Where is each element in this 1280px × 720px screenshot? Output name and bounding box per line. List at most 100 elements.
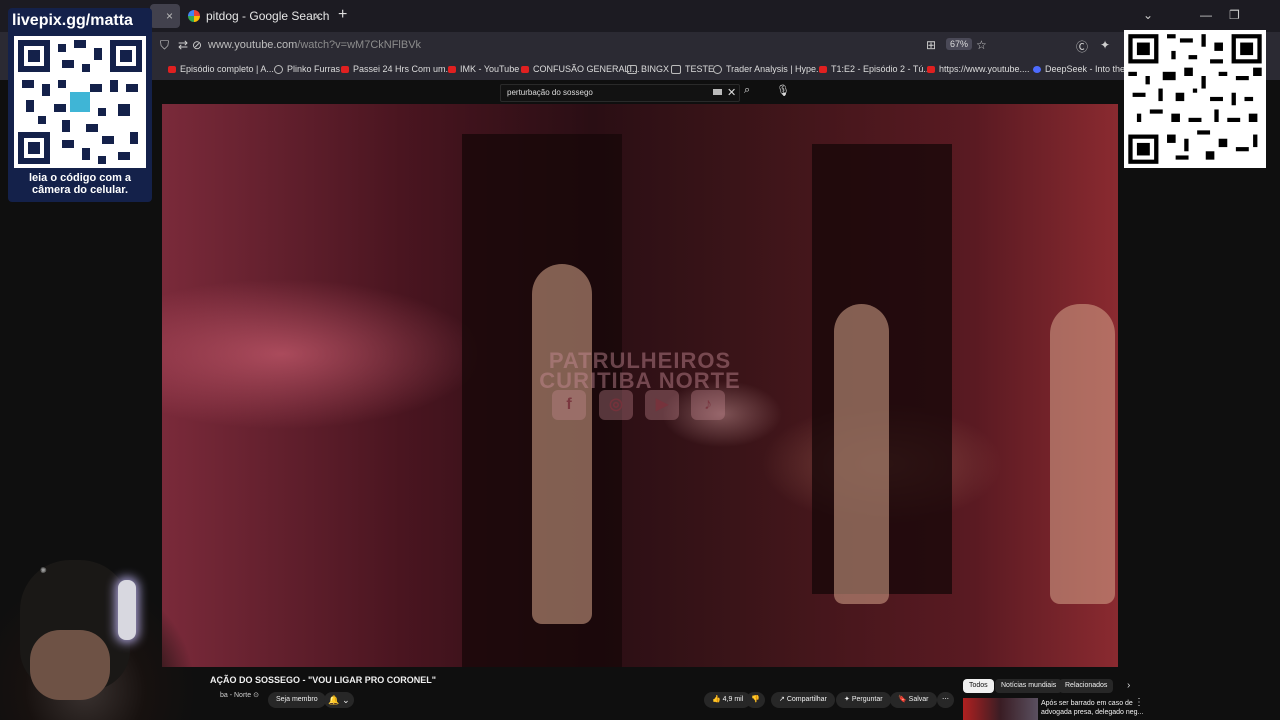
recommendation-thumbnail[interactable] — [963, 698, 1038, 720]
donation-caption: leia o código com a câmera do celular. — [10, 172, 150, 196]
thumbs-down-icon: 👎 — [751, 696, 760, 703]
youtube-icon — [521, 65, 529, 73]
instagram-icon: ◎ — [599, 390, 633, 420]
extensions-puzzle-icon[interactable]: ✦ — [1100, 38, 1110, 52]
screenshot-icon[interactable]: ⊞ — [926, 38, 936, 52]
bookmark-item[interactable]: BINGX — [627, 64, 669, 74]
sparkle-icon: ✦ — [844, 696, 852, 703]
clear-search-icon[interactable]: ✕ — [727, 86, 736, 99]
headset-light — [118, 580, 136, 640]
video-watermark: CURITIBA NORTE — [539, 368, 741, 393]
share-label: Compartilhar — [786, 696, 827, 703]
tiktok-icon: ♪ — [691, 390, 725, 420]
close-icon[interactable]: × — [314, 9, 321, 23]
tab-label: pitdog - Google Search — [206, 9, 330, 23]
star-icon[interactable]: ☆ — [976, 38, 987, 52]
recommendation-title-line: advogada presa, delegado neg... — [1041, 709, 1144, 716]
bookmark-label: Episódio completo | A... — [180, 64, 274, 74]
extension-icon[interactable]: Ⓒ — [1076, 38, 1088, 55]
chevron-right-icon[interactable]: › — [1127, 680, 1130, 691]
navigation-bar: ⛉ ⇄ ⊘ www.youtube.com/watch?v=wM7CkNFlBV… — [0, 32, 1280, 58]
caption-line: câmera do celular. — [32, 184, 128, 196]
join-button[interactable]: Seja membro — [268, 692, 326, 708]
video-player[interactable]: PATRULHEIROS CURITIBA NORTE f ◎ ▶ ♪ — [162, 104, 1118, 667]
share-icon: ↗ — [779, 696, 787, 703]
bookmark-label: BINGX — [641, 64, 670, 74]
search-input[interactable]: perturbação do sossego ✕ — [500, 84, 740, 102]
like-button[interactable]: 👍 4,9 mil — [704, 692, 752, 708]
keyboard-icon[interactable] — [713, 89, 722, 95]
youtube-icon — [819, 65, 827, 73]
caption-line: leia o código com a — [28, 172, 132, 184]
chip-related[interactable]: Relacionados — [1059, 679, 1114, 693]
youtube-icon — [927, 65, 935, 73]
bookmark-item[interactable]: IMK - YouTube — [448, 64, 519, 74]
bookmark-label: Plinko Furras — [287, 64, 341, 74]
youtube-icon: ▶ — [645, 390, 679, 420]
minimize-icon[interactable]: — — [1200, 8, 1212, 22]
search-query: perturbação do sossego — [507, 88, 593, 97]
more-options-icon[interactable]: ⋮ — [1134, 697, 1144, 708]
restore-icon[interactable]: ❐ — [1229, 8, 1240, 22]
zoom-level[interactable]: 67% — [946, 38, 973, 50]
bookmark-icon: 🔖 — [898, 696, 909, 703]
dislike-button[interactable]: 👎 — [746, 692, 765, 708]
bookmark-item[interactable]: CONFUSÃO GENERALI... — [521, 64, 640, 74]
url-host: www.youtube.com — [208, 39, 298, 51]
save-label: Salvar — [908, 696, 929, 703]
bookmark-label: TESTE — [685, 64, 715, 74]
video-title: AÇÃO DO SOSSEGO - "VOU LIGAR PRO CORONEL… — [210, 675, 437, 685]
folder-icon — [671, 64, 681, 74]
new-tab-button[interactable]: + — [338, 6, 347, 24]
shield-icon[interactable]: ⛉ — [160, 38, 169, 53]
recommendation-title[interactable]: Após ser barrado em caso de advogada pres… — [1041, 699, 1143, 717]
qr-code — [1124, 30, 1266, 168]
chip-all[interactable]: Todos — [963, 679, 994, 693]
like-count: 4,9 mil — [722, 696, 744, 703]
cap-logo: ✺ — [39, 565, 48, 576]
youtube-icon — [341, 65, 349, 73]
streamer-face — [30, 630, 110, 700]
more-actions-button[interactable]: ⋯ — [937, 692, 954, 708]
bookmark-item[interactable]: DeepSeek - Into the U — [1033, 64, 1134, 74]
url-bar[interactable]: www.youtube.com/watch?v=wM7CkNFlBVk — [208, 39, 421, 51]
close-icon[interactable]: × — [166, 9, 173, 23]
microphone-icon[interactable]: 🎙 — [776, 84, 790, 97]
search-icon[interactable]: ⌕ — [744, 84, 750, 97]
bookmark-item[interactable]: Passei 24 Hrs Com um... — [341, 64, 453, 74]
permissions-icon[interactable]: ⇄ — [178, 38, 188, 52]
thumbs-up-icon: 👍 — [712, 696, 723, 703]
qr-code — [14, 36, 146, 168]
globe-icon — [713, 64, 722, 74]
share-button[interactable]: ↗ Compartilhar — [771, 692, 835, 708]
recommendation-title-line: Após ser barrado em caso de — [1041, 700, 1133, 707]
folder-icon — [627, 64, 637, 74]
bookmark-label: T1:E2 - Episódio 2 - Tú... — [831, 64, 931, 74]
bookmark-item[interactable]: T1:E2 - Episódio 2 - Tú... — [819, 64, 931, 74]
ask-button[interactable]: ✦ Perguntar — [836, 692, 891, 708]
bookmark-item[interactable]: https://www.youtube.... — [927, 64, 1030, 74]
bookmark-label: IMK - YouTube — [460, 64, 520, 74]
tab-active[interactable]: × — [150, 4, 180, 28]
bookmark-item[interactable]: Plinko Furras — [274, 64, 340, 74]
save-button[interactable]: 🔖 Salvar — [890, 692, 937, 708]
bookmark-label: DeepSeek - Into the U — [1045, 64, 1135, 74]
bookmark-item[interactable]: Episódio completo | A... — [168, 64, 274, 74]
tab-bar: × pitdog - Google Search × + ⌄ — ❐ — [0, 0, 1280, 32]
site-info-icon[interactable]: ⊘ — [192, 38, 202, 52]
video-scene-figure — [532, 264, 592, 624]
tab-google-search[interactable]: pitdog - Google Search × — [182, 4, 332, 28]
youtube-icon — [168, 65, 176, 73]
donation-url: livepix.gg/matta — [12, 12, 133, 29]
bell-icon[interactable]: 🔔 ⌄ — [324, 692, 354, 708]
bookmark-label: Trader Analysis | Hype... — [726, 64, 824, 74]
bookmarks-bar: Episódio completo | A... Plinko Furras P… — [0, 58, 1280, 81]
bookmark-label: https://www.youtube.... — [939, 64, 1030, 74]
ask-label: Perguntar — [851, 696, 883, 703]
google-icon — [188, 10, 200, 22]
bookmark-item[interactable]: Trader Analysis | Hype... — [713, 64, 824, 74]
tab-list-icon[interactable]: ⌄ — [1143, 8, 1153, 22]
bookmark-item[interactable]: TESTE — [671, 64, 714, 74]
youtube-icon — [448, 65, 456, 73]
chip-world-news[interactable]: Notícias mundiais — [995, 679, 1063, 693]
